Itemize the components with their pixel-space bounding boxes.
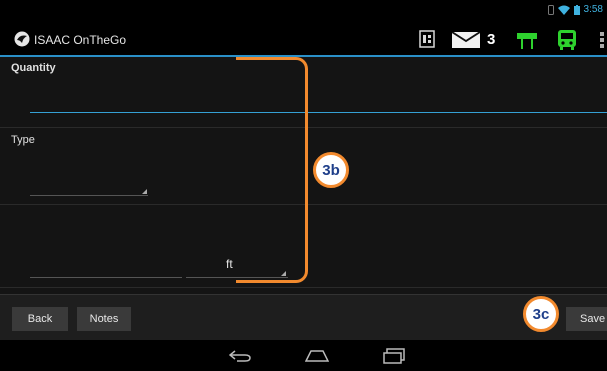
save-button[interactable]: Save [566, 307, 607, 331]
recent-apps-icon[interactable] [383, 348, 405, 364]
annotation-bracket [236, 57, 308, 283]
callout-3c: 3c [523, 296, 559, 332]
home-nav-icon[interactable] [305, 350, 329, 362]
back-nav-icon[interactable] [229, 350, 251, 362]
overflow-menu-icon[interactable] [600, 32, 604, 48]
length-input-underline [30, 277, 182, 278]
wifi-icon [557, 5, 570, 15]
type-spinner[interactable] [30, 175, 148, 197]
quantity-input-underline [30, 112, 607, 113]
app-title: ISAAC OnTheGo [34, 33, 127, 47]
sign-icon[interactable] [516, 31, 538, 49]
bottom-bar: Back Notes Save [0, 294, 607, 340]
battery-icon [573, 4, 580, 15]
mail-count: 3 [487, 31, 496, 48]
status-time: 3:58 [583, 4, 603, 15]
type-label: Type [11, 134, 35, 146]
status-bar: 3:58 [0, 0, 607, 22]
callout-3b: 3b [313, 152, 349, 188]
notes-button[interactable]: Notes [77, 307, 131, 331]
phone-icon [547, 4, 554, 15]
app-logo-icon [14, 31, 30, 47]
back-button[interactable]: Back [12, 307, 68, 331]
type-spinner-arrow-icon [142, 189, 147, 194]
quantity-input[interactable] [30, 87, 607, 113]
sim-card-icon[interactable] [419, 30, 435, 48]
status-icons: 3:58 [547, 4, 603, 15]
bus-icon[interactable] [557, 29, 577, 51]
divider-3 [0, 287, 607, 288]
length-input[interactable] [30, 255, 182, 277]
quantity-label: Quantity [11, 62, 56, 74]
type-spinner-underline [30, 195, 148, 196]
action-bar: ISAAC OnTheGo 3 [0, 22, 607, 57]
system-nav-bar [0, 340, 607, 371]
mail-icon[interactable] [452, 32, 480, 48]
